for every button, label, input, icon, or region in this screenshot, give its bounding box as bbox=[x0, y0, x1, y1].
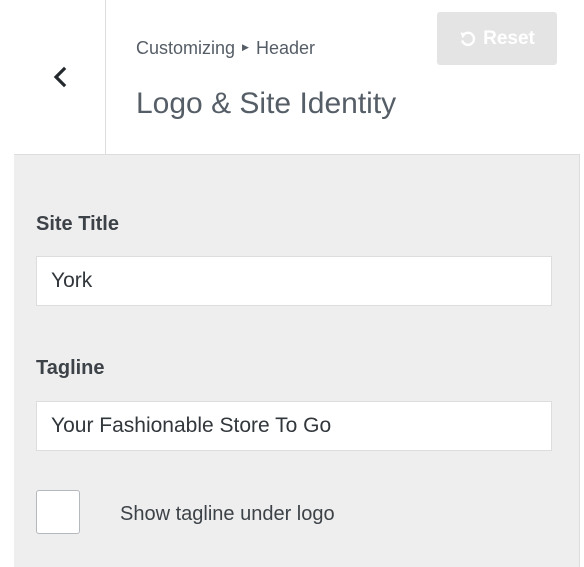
reset-button[interactable]: Reset bbox=[437, 12, 557, 65]
back-button[interactable] bbox=[14, 0, 106, 154]
breadcrumb: Customizing ▶ Header bbox=[136, 38, 315, 59]
reset-button-label: Reset bbox=[483, 27, 535, 49]
breadcrumb-root: Customizing bbox=[136, 38, 236, 58]
show-tagline-checkbox[interactable] bbox=[36, 490, 80, 534]
undo-icon bbox=[460, 31, 476, 46]
tagline-input[interactable] bbox=[36, 401, 552, 451]
breadcrumb-separator-icon: ▶ bbox=[242, 42, 249, 52]
chevron-left-icon bbox=[53, 66, 66, 88]
tagline-label: Tagline bbox=[36, 357, 105, 379]
customizer-panel: Customizing ▶ Header Logo & Site Identit… bbox=[14, 0, 580, 567]
site-title-input[interactable] bbox=[36, 256, 552, 306]
customizer-header: Customizing ▶ Header Logo & Site Identit… bbox=[14, 0, 580, 155]
section-title: Logo & Site Identity bbox=[136, 87, 397, 120]
site-title-label: Site Title bbox=[36, 213, 119, 235]
show-tagline-label[interactable]: Show tagline under logo bbox=[120, 503, 335, 526]
breadcrumb-current: Header bbox=[255, 38, 316, 58]
